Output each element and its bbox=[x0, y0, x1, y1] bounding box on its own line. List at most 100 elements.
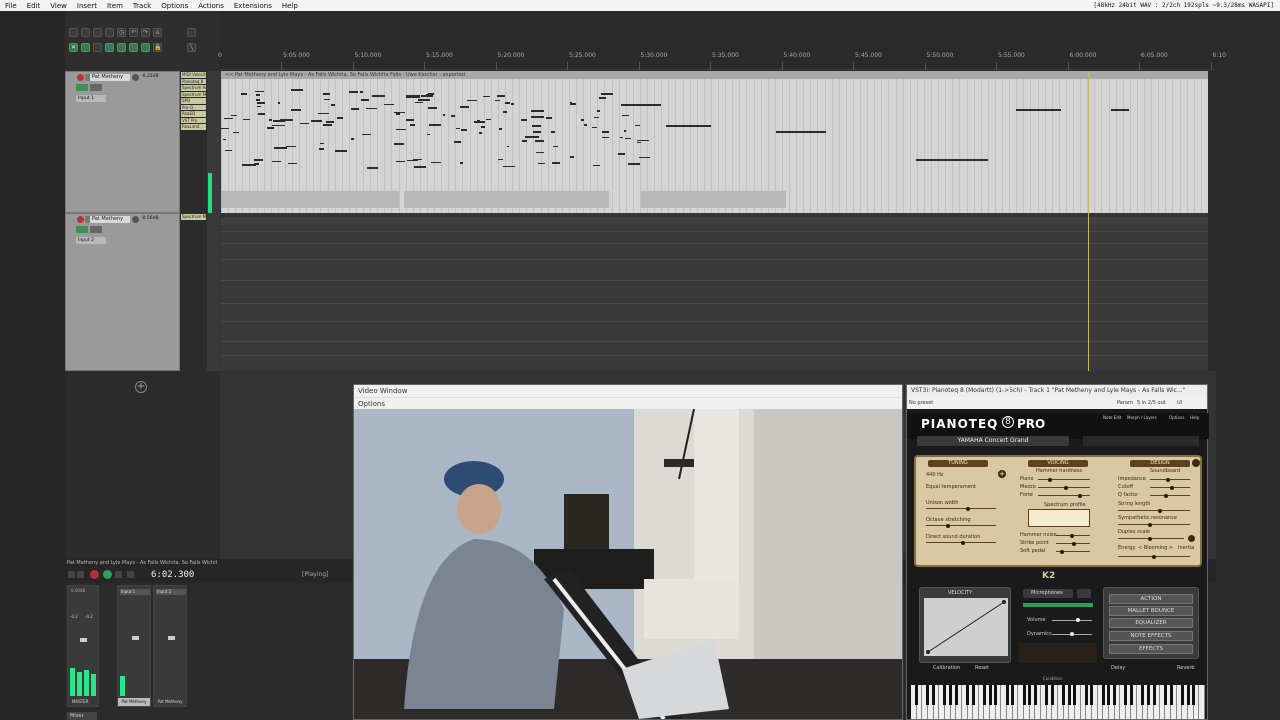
strike-point-slider[interactable] bbox=[1056, 541, 1090, 546]
midi-note[interactable] bbox=[531, 116, 545, 118]
redo-icon[interactable]: ↷ bbox=[141, 28, 150, 37]
midi-note[interactable] bbox=[498, 158, 504, 161]
lock-icon[interactable]: 🔒 bbox=[153, 43, 162, 52]
fx-slot[interactable]: VST Pro bbox=[181, 117, 206, 123]
midi-note[interactable] bbox=[594, 116, 600, 119]
midi-note[interactable] bbox=[601, 131, 609, 133]
midi-note[interactable] bbox=[361, 133, 371, 135]
mixer-tab[interactable]: Mixer bbox=[67, 712, 97, 720]
midi-note[interactable] bbox=[326, 121, 335, 123]
lock-grouping-icon[interactable] bbox=[117, 43, 126, 52]
midi-note[interactable] bbox=[537, 162, 545, 165]
fx-slot[interactable]: ReaLimit bbox=[181, 124, 206, 130]
black-key[interactable] bbox=[1011, 685, 1015, 705]
strip-2-fader[interactable] bbox=[168, 636, 175, 640]
midi-note[interactable] bbox=[618, 153, 626, 155]
menu-insert[interactable]: Insert bbox=[72, 2, 102, 10]
midi-note[interactable] bbox=[418, 99, 430, 101]
black-key[interactable] bbox=[926, 685, 930, 705]
strip-input-select[interactable]: Input 1 bbox=[120, 589, 150, 595]
midi-note[interactable] bbox=[254, 163, 260, 165]
black-key[interactable] bbox=[1124, 685, 1128, 705]
io-button[interactable]: 5 in 2/5 out bbox=[1137, 400, 1166, 406]
input-select[interactable]: Input 1 bbox=[76, 95, 106, 102]
black-key[interactable] bbox=[1062, 685, 1066, 705]
fx-bypass-button[interactable] bbox=[90, 84, 102, 91]
forte-slider[interactable] bbox=[1038, 493, 1090, 498]
midi-note[interactable] bbox=[319, 142, 324, 145]
midi-note[interactable] bbox=[266, 127, 274, 129]
black-key[interactable] bbox=[1045, 685, 1049, 705]
midi-note[interactable] bbox=[256, 102, 265, 104]
black-key[interactable] bbox=[988, 685, 992, 705]
record-monitor-button[interactable] bbox=[76, 226, 88, 233]
midi-note[interactable] bbox=[410, 124, 416, 126]
tuning-hz[interactable]: 440 Hz bbox=[926, 472, 944, 478]
dynamics-slider[interactable] bbox=[1052, 632, 1092, 636]
piano-keyboard[interactable] bbox=[911, 685, 1205, 719]
grid-settings-icon[interactable] bbox=[187, 28, 196, 37]
blooming-slider[interactable] bbox=[1118, 554, 1190, 559]
slant-tool-icon[interactable]: ╲ bbox=[187, 43, 196, 52]
pause-icon[interactable] bbox=[115, 571, 122, 578]
fx-slot[interactable]: Spectrum M bbox=[181, 214, 206, 220]
midi-note[interactable] bbox=[421, 95, 433, 97]
tuning-header[interactable]: TUNING bbox=[928, 460, 988, 467]
midi-note[interactable] bbox=[621, 104, 661, 106]
midi-note[interactable] bbox=[485, 118, 492, 121]
menu-note-edit[interactable]: Note Edit bbox=[1103, 415, 1122, 420]
midi-note[interactable] bbox=[366, 167, 379, 169]
midi-note[interactable] bbox=[599, 97, 606, 99]
track-2-header[interactable]: Pat Metheny -0.56dB Input 2 bbox=[65, 213, 180, 371]
black-key[interactable] bbox=[1022, 685, 1026, 705]
midi-note[interactable] bbox=[511, 103, 514, 105]
midi-note[interactable] bbox=[430, 161, 441, 163]
go-to-start-icon[interactable] bbox=[68, 571, 75, 578]
midi-note[interactable] bbox=[1111, 109, 1129, 111]
midi-note[interactable] bbox=[231, 114, 238, 117]
midi-note[interactable] bbox=[456, 127, 461, 130]
project-settings-icon[interactable] bbox=[105, 28, 114, 37]
midi-note[interactable] bbox=[638, 156, 650, 159]
add-icon[interactable]: + bbox=[998, 470, 1006, 478]
midi-note[interactable] bbox=[314, 120, 318, 122]
impedance-slider[interactable] bbox=[1150, 477, 1190, 482]
black-key[interactable] bbox=[1028, 685, 1032, 705]
track-1-header[interactable]: Pat Metheny -0.25dB Input 1 bbox=[65, 71, 180, 213]
midi-note[interactable] bbox=[241, 93, 247, 95]
param-button[interactable]: Param bbox=[1117, 400, 1133, 406]
midi-note[interactable] bbox=[442, 114, 445, 116]
midi-note[interactable] bbox=[413, 166, 427, 168]
strip-2-label[interactable]: Pat Metheny bbox=[154, 698, 186, 706]
midi-note[interactable] bbox=[532, 125, 542, 127]
menu-view[interactable]: View bbox=[45, 2, 72, 10]
midi-note[interactable] bbox=[551, 162, 561, 164]
envelope-icon[interactable] bbox=[129, 43, 138, 52]
audio-item[interactable] bbox=[221, 217, 1208, 371]
calibration-button[interactable]: Calibration bbox=[933, 665, 960, 671]
midi-note[interactable] bbox=[569, 103, 576, 105]
midi-note[interactable] bbox=[407, 159, 419, 162]
duplex-scale-slider[interactable] bbox=[1118, 536, 1184, 541]
black-key[interactable] bbox=[1073, 685, 1077, 705]
midi-note[interactable] bbox=[323, 93, 330, 95]
midi-note[interactable] bbox=[253, 159, 264, 161]
black-key[interactable] bbox=[1141, 685, 1145, 705]
midi-note[interactable] bbox=[384, 103, 395, 106]
record-monitor-button[interactable] bbox=[76, 84, 88, 91]
black-key[interactable] bbox=[1090, 685, 1094, 705]
velocity-title[interactable]: VELOCITY bbox=[948, 590, 972, 596]
midi-note[interactable] bbox=[285, 145, 297, 148]
midi-note[interactable] bbox=[601, 93, 613, 95]
temperament-select[interactable]: Equal temperament bbox=[926, 484, 976, 490]
midi-note[interactable] bbox=[461, 129, 467, 131]
midi-note[interactable] bbox=[637, 141, 641, 144]
midi-note[interactable] bbox=[222, 138, 226, 141]
menu-options[interactable]: Options bbox=[1169, 415, 1184, 420]
menu-morph-layers[interactable]: Morph / Layers bbox=[1127, 415, 1157, 420]
volume-knob[interactable] bbox=[132, 216, 139, 223]
black-key[interactable] bbox=[1180, 685, 1184, 705]
midi-note[interactable] bbox=[371, 95, 385, 97]
volume-knob[interactable] bbox=[132, 74, 139, 81]
video-options-menu[interactable]: Options bbox=[354, 397, 902, 409]
